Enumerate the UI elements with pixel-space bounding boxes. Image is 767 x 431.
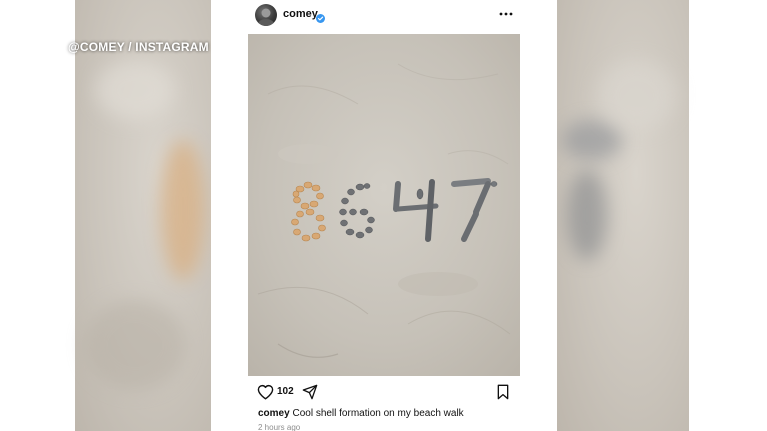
- post-header: comey: [211, 0, 557, 32]
- post-photo[interactable]: [248, 34, 520, 376]
- verified-badge-icon: [316, 10, 325, 23]
- more-horizontal-icon: [499, 12, 513, 16]
- share-button[interactable]: [302, 384, 318, 405]
- post-caption: comey Cool shell formation on my beach w…: [258, 408, 464, 419]
- like-button[interactable]: [257, 384, 274, 405]
- heart-icon: [257, 384, 274, 400]
- caption-username[interactable]: comey: [258, 408, 290, 419]
- avatar[interactable]: [255, 4, 277, 26]
- screenshot-frame: @COMEY / INSTAGRAM comey 102 comey Cool …: [0, 0, 767, 431]
- instagram-post: comey 102 comey Cool shell formation on …: [211, 0, 557, 431]
- more-options-button[interactable]: [497, 6, 515, 22]
- post-timestamp: 2 hours ago: [258, 423, 301, 431]
- post-username[interactable]: comey: [283, 8, 318, 20]
- like-count: 102: [277, 386, 294, 397]
- send-icon: [302, 384, 318, 400]
- source-watermark: @COMEY / INSTAGRAM: [68, 40, 209, 54]
- save-button[interactable]: [496, 384, 510, 405]
- caption-text: Cool shell formation on my beach walk: [292, 408, 464, 419]
- blurred-background-right: [557, 0, 689, 431]
- blurred-background-left: [75, 0, 211, 431]
- post-actions: 102: [211, 380, 557, 404]
- bookmark-icon: [497, 384, 509, 400]
